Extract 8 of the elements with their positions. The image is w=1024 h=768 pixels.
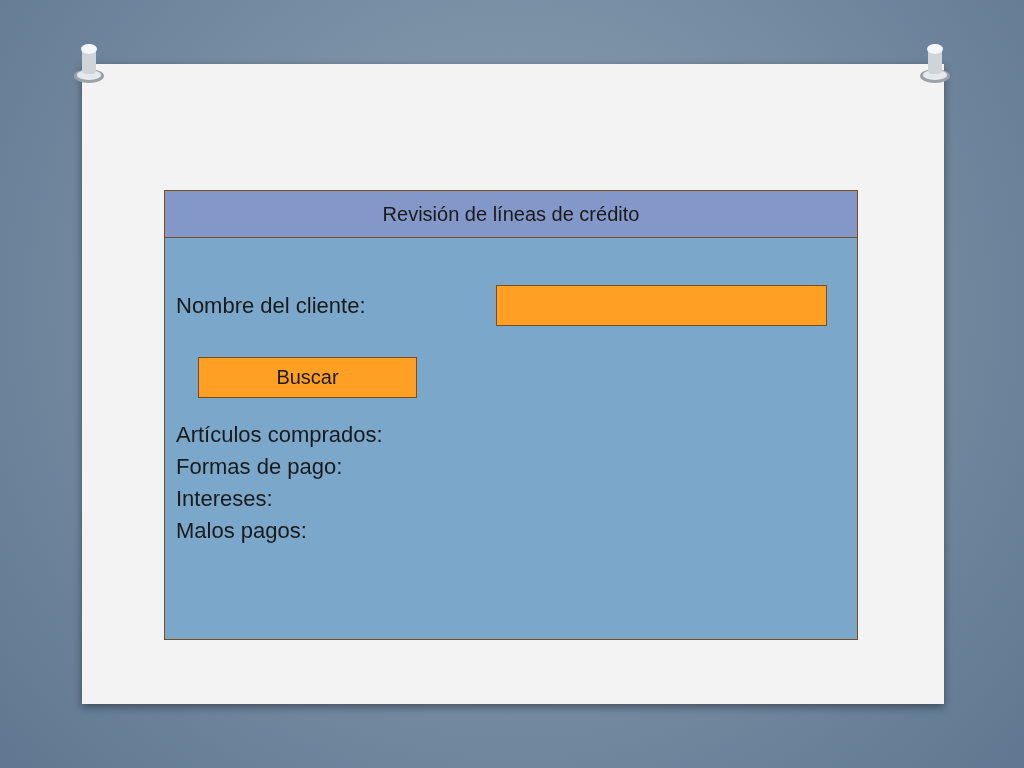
- result-label: Artículos comprados:: [176, 422, 384, 448]
- form-title: Revisión de líneas de crédito: [164, 190, 858, 238]
- field-label: Nombre del cliente:: [176, 292, 366, 319]
- result-label: Intereses:: [176, 486, 274, 512]
- search-button[interactable]: Buscar: [198, 357, 417, 398]
- result-label: Formas de pago:: [176, 454, 344, 480]
- input-field[interactable]: [496, 285, 827, 326]
- result-label: Malos pagos:: [176, 518, 308, 544]
